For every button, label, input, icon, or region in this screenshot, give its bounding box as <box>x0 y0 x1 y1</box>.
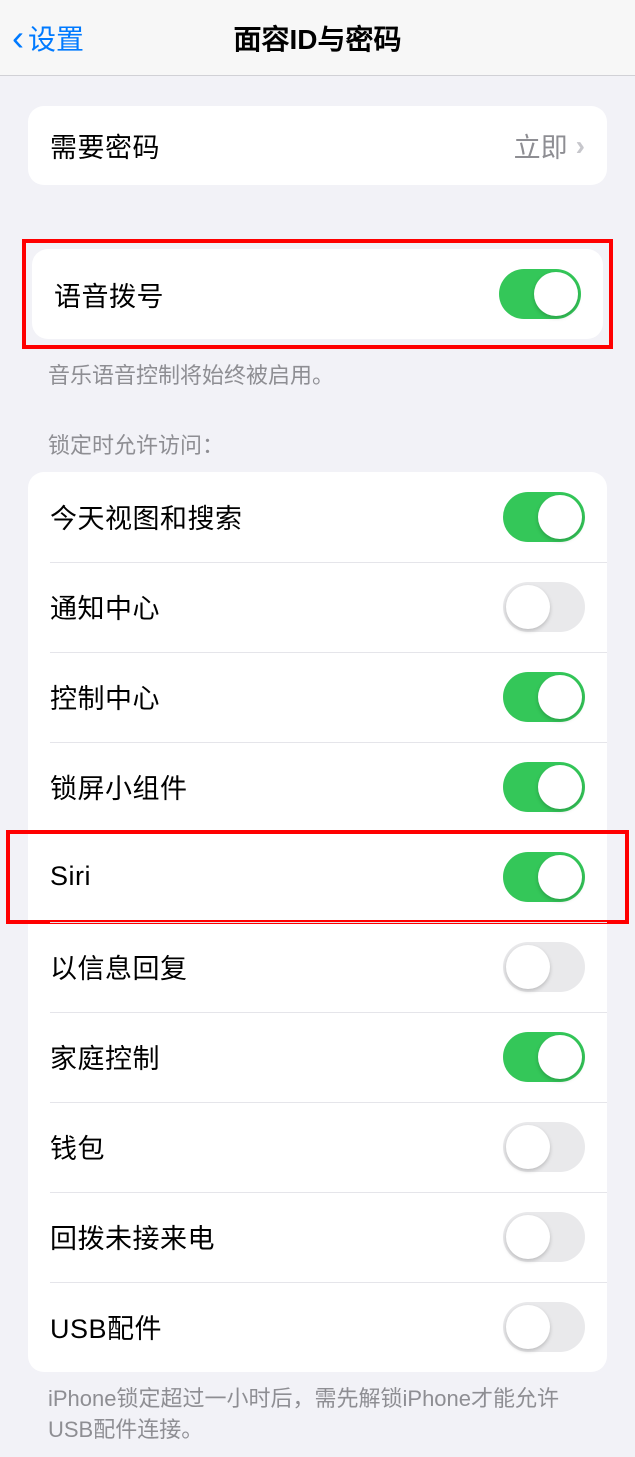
locked-access-row: 以信息回复 <box>28 922 607 1012</box>
locked-access-label: 锁屏小组件 <box>50 767 188 806</box>
locked-access-toggle[interactable] <box>503 762 585 812</box>
locked-access-row: USB配件 <box>28 1282 607 1372</box>
voice-dial-highlight: 语音拨号 <box>22 239 613 349</box>
require-passcode-group: 需要密码 立即 › <box>28 106 607 185</box>
locked-access-toggle[interactable] <box>503 1032 585 1082</box>
require-passcode-row[interactable]: 需要密码 立即 › <box>28 106 607 185</box>
locked-access-label: Siri <box>50 861 91 892</box>
locked-access-row: 钱包 <box>28 1102 607 1192</box>
require-passcode-label: 需要密码 <box>50 126 160 165</box>
locked-access-toggle[interactable] <box>503 1302 585 1352</box>
locked-access-label: 今天视图和搜索 <box>50 497 243 536</box>
voice-dial-toggle[interactable] <box>499 269 581 319</box>
voice-dial-row: 语音拨号 <box>32 249 603 339</box>
chevron-right-icon: › <box>576 130 585 162</box>
locked-access-header: 锁定时允许访问： <box>0 404 635 472</box>
chevron-left-icon: ‹ <box>12 20 24 56</box>
locked-access-row: 家庭控制 <box>28 1012 607 1102</box>
locked-access-label: 控制中心 <box>50 677 160 716</box>
locked-access-toggle[interactable] <box>503 1212 585 1262</box>
locked-access-row: 今天视图和搜索 <box>28 472 607 562</box>
back-button[interactable]: ‹ 设置 <box>0 18 84 58</box>
voice-dial-label: 语音拨号 <box>54 275 164 314</box>
locked-access-row: 锁屏小组件 <box>28 742 607 832</box>
locked-access-row: 控制中心 <box>28 652 607 742</box>
page-title: 面容ID与密码 <box>233 18 401 58</box>
locked-access-toggle[interactable] <box>503 1122 585 1172</box>
locked-access-toggle[interactable] <box>503 492 585 542</box>
locked-access-toggle[interactable] <box>503 942 585 992</box>
header-bar: ‹ 设置 面容ID与密码 <box>0 0 635 76</box>
locked-access-row: Siri <box>28 832 607 922</box>
locked-access-label: USB配件 <box>50 1307 162 1346</box>
locked-access-label: 以信息回复 <box>50 947 188 986</box>
require-passcode-value: 立即 <box>514 126 568 165</box>
locked-access-row: 通知中心 <box>28 562 607 652</box>
locked-access-group: 今天视图和搜索通知中心控制中心锁屏小组件 Siri 以信息回复家庭控制钱包回拨未接来… <box>28 472 607 1372</box>
locked-access-toggle[interactable] <box>503 852 585 902</box>
locked-access-row: 回拨未接来电 <box>28 1192 607 1282</box>
locked-access-label: 家庭控制 <box>50 1037 160 1076</box>
locked-access-toggle[interactable] <box>503 582 585 632</box>
back-label: 设置 <box>28 18 84 58</box>
locked-access-label: 通知中心 <box>50 587 160 626</box>
voice-dial-footer: 音乐语音控制将始终被启用。 <box>0 349 635 404</box>
locked-access-label: 钱包 <box>50 1127 105 1166</box>
locked-access-toggle[interactable] <box>503 672 585 722</box>
locked-access-label: 回拨未接来电 <box>50 1217 215 1256</box>
locked-access-footer: iPhone锁定超过一小时后，需先解锁iPhone才能允许USB配件连接。 <box>0 1372 635 1457</box>
